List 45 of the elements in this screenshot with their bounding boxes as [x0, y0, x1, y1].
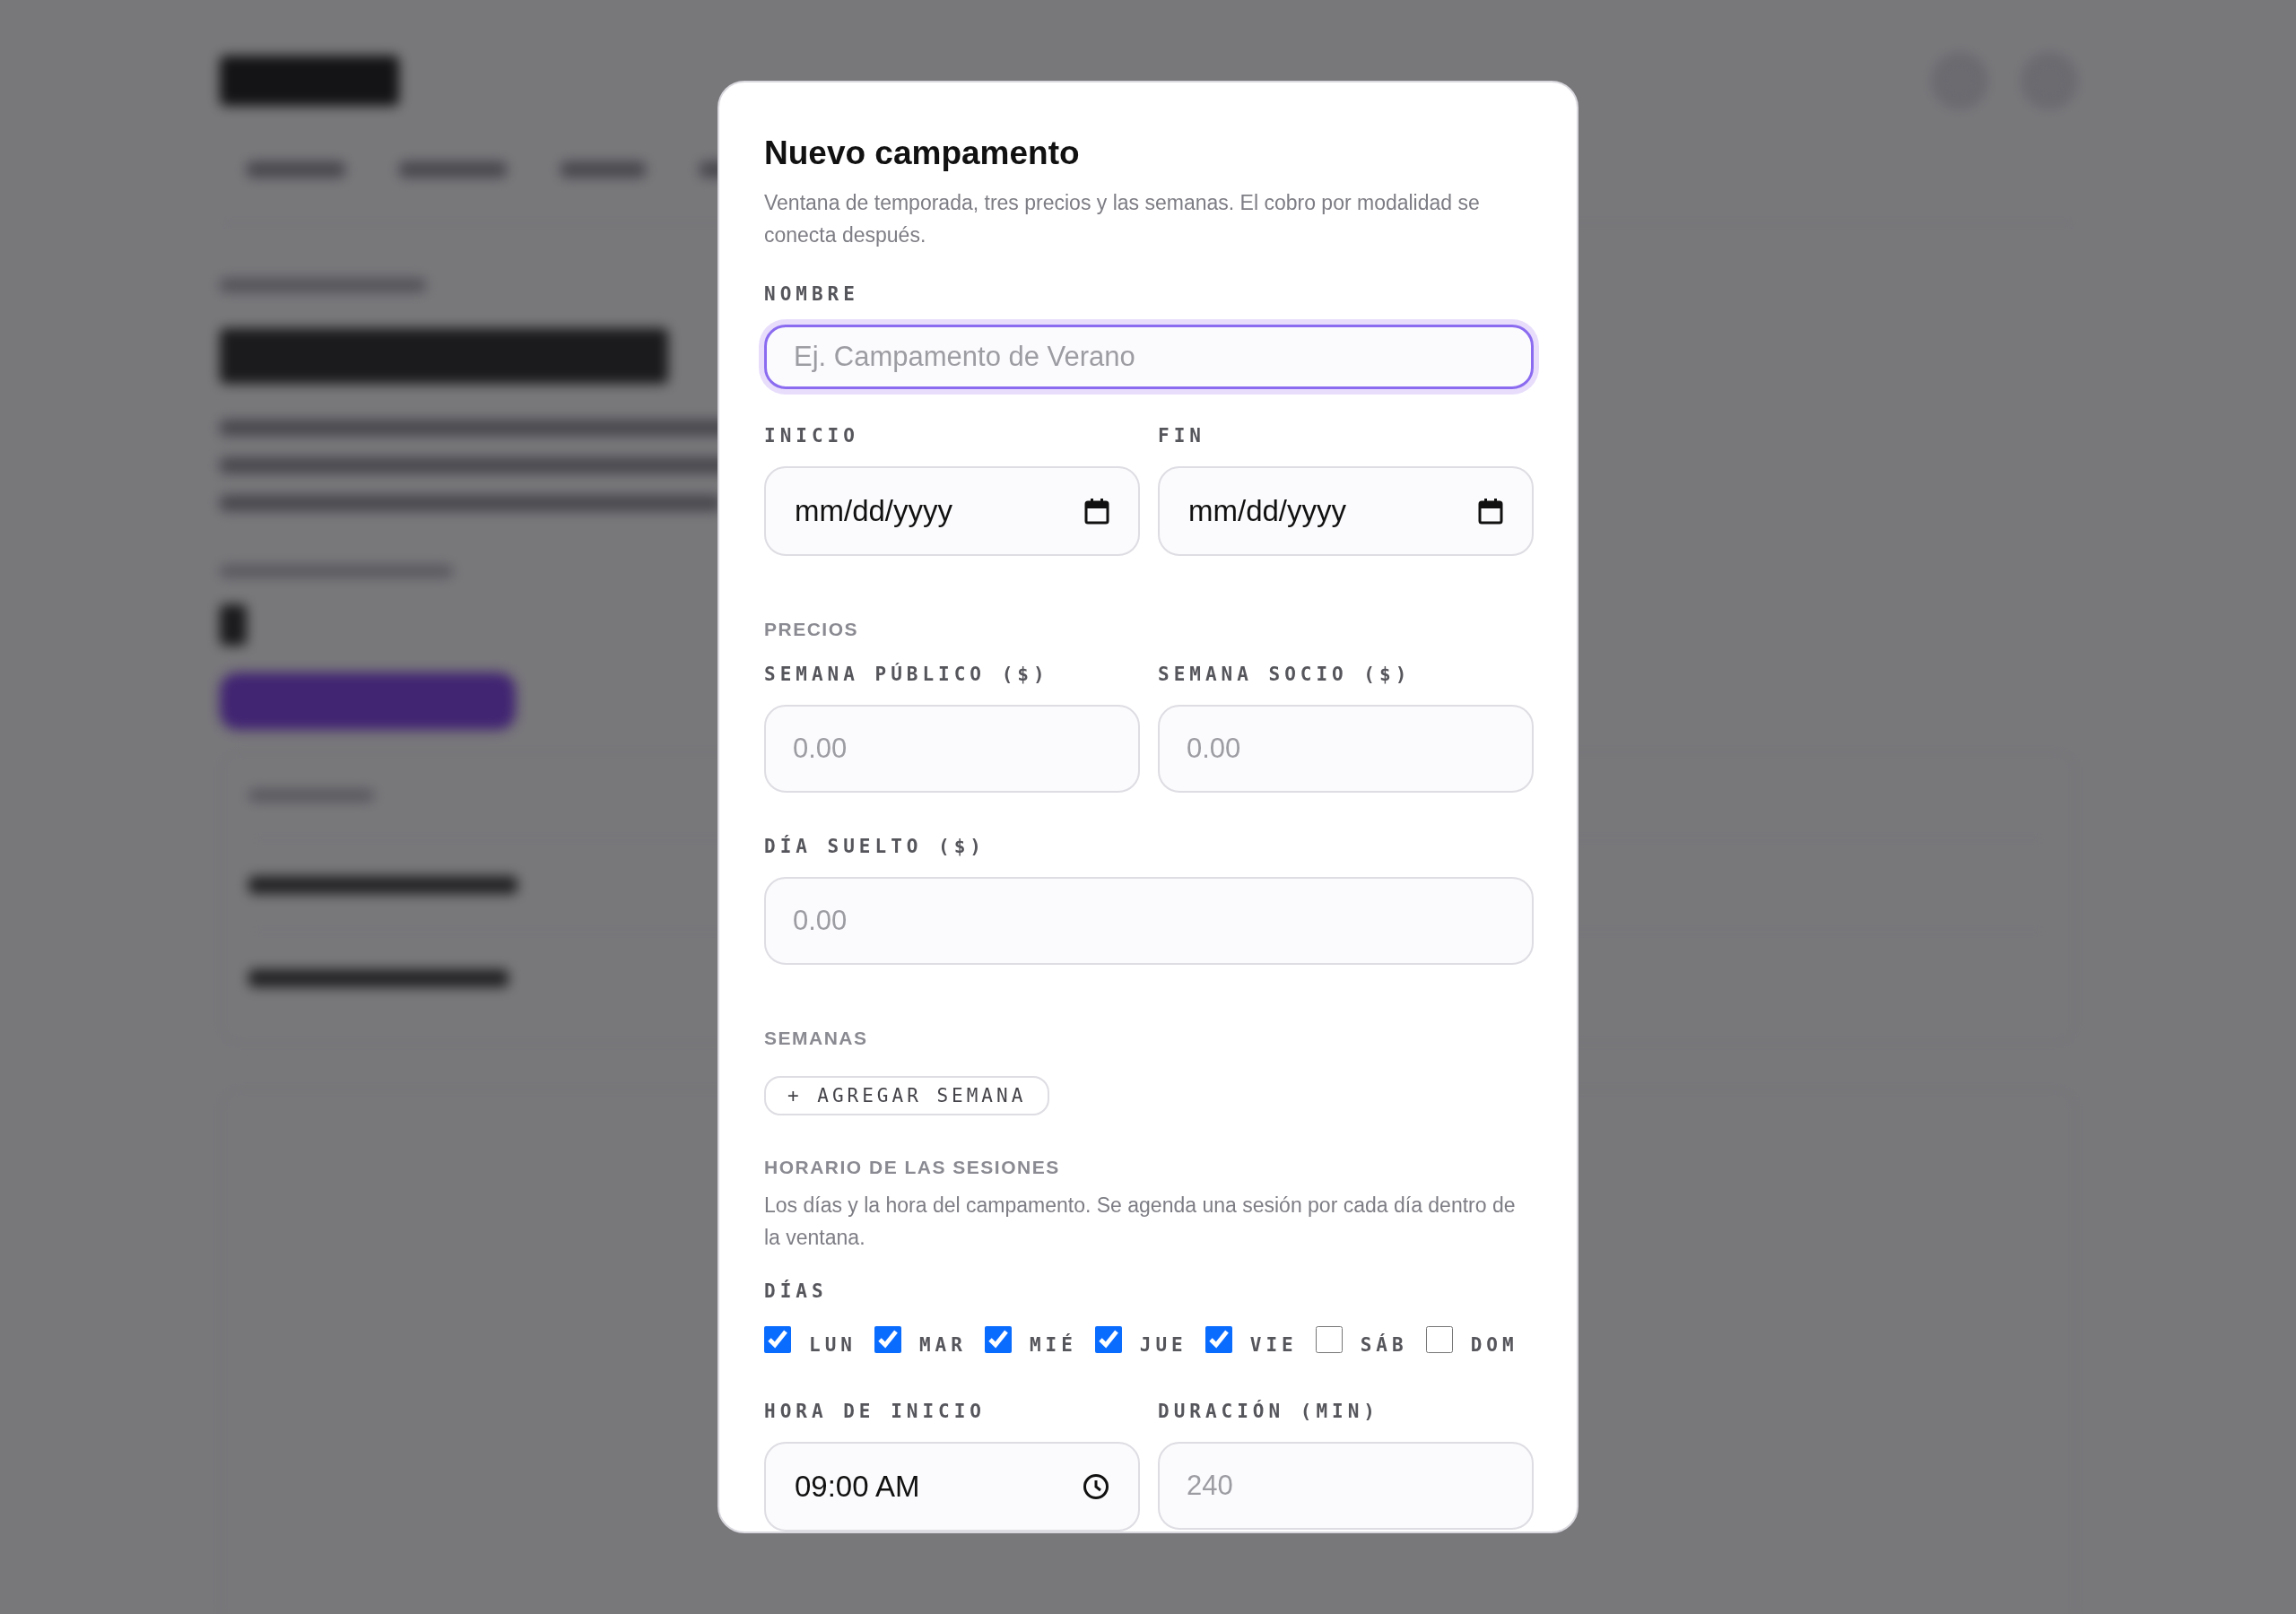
day-checkbox[interactable] [1094, 1326, 1122, 1353]
price-field[interactable]: 0.00 [1158, 704, 1534, 793]
day-checkbox[interactable] [1315, 1326, 1343, 1353]
price-field[interactable]: 0.00 [764, 704, 1140, 793]
day-label: DOM [1470, 1334, 1518, 1356]
day-label: VIE [1249, 1334, 1298, 1356]
dialog-description: Ventana de temporada, tres precios y las semanas. El cobro por modalidad se conecta después. [764, 190, 1481, 248]
price-field[interactable]: 0.00 [764, 876, 1534, 965]
section-heading: SEMANAS [764, 1027, 869, 1049]
date-value: mm/dd/yyyy [1188, 493, 1347, 528]
field-label: NOMBRE [764, 283, 860, 305]
clock-icon[interactable] [1083, 1473, 1109, 1500]
day-label: MIÉ [1029, 1334, 1077, 1356]
section-heading: PRECIOS [764, 618, 860, 640]
day-checkbox[interactable] [764, 1326, 791, 1353]
field-label: FIN [1158, 424, 1206, 447]
date-field[interactable]: mm/dd/yyyy [764, 465, 1140, 556]
time-field[interactable]: 09:00 AM [764, 1442, 1140, 1532]
field-label: DÍAS [764, 1280, 829, 1302]
field-label: HORA DE INICIO [764, 1401, 987, 1422]
name-field[interactable]: Ej. Campamento de Verano [764, 325, 1534, 389]
time-value: 09:00 AM [795, 1470, 920, 1504]
day-label: MAR [918, 1334, 967, 1356]
section-heading: HORARIO DE LAS SESIONES [764, 1157, 1061, 1178]
dialog-title: Nuevo campamento [764, 134, 1081, 172]
day-checkbox[interactable] [874, 1326, 901, 1353]
day-label: JUE [1139, 1334, 1187, 1356]
blurred-count [220, 604, 247, 646]
day-label: SÁB [1360, 1334, 1408, 1356]
field-label: SEMANA SOCIO ($) [1158, 663, 1413, 685]
day-checkbox[interactable] [1425, 1326, 1453, 1353]
field-label: INICIO [764, 424, 860, 447]
day-checkbox[interactable] [1205, 1326, 1232, 1353]
add-week-button[interactable]: + AGREGAR SEMANA [764, 1075, 1050, 1115]
calendar-icon[interactable] [1478, 497, 1503, 525]
field-label: SEMANA PÚBLICO ($) [764, 663, 1050, 685]
date-field[interactable]: mm/dd/yyyy [1158, 465, 1534, 556]
duration-field[interactable]: 240 [1158, 1442, 1534, 1530]
field-label: DÍA SUELTO ($) [764, 835, 987, 857]
field-label: DURACIÓN (MIN) [1158, 1401, 1380, 1422]
day-label: LUN [809, 1334, 857, 1356]
calendar-icon[interactable] [1084, 497, 1109, 525]
section-description: Los días y la hora del campamento. Se agenda una sesión por cada día dentro de la ventana. [764, 1193, 1517, 1251]
day-checkbox[interactable] [984, 1326, 1012, 1353]
date-value: mm/dd/yyyy [795, 493, 953, 528]
